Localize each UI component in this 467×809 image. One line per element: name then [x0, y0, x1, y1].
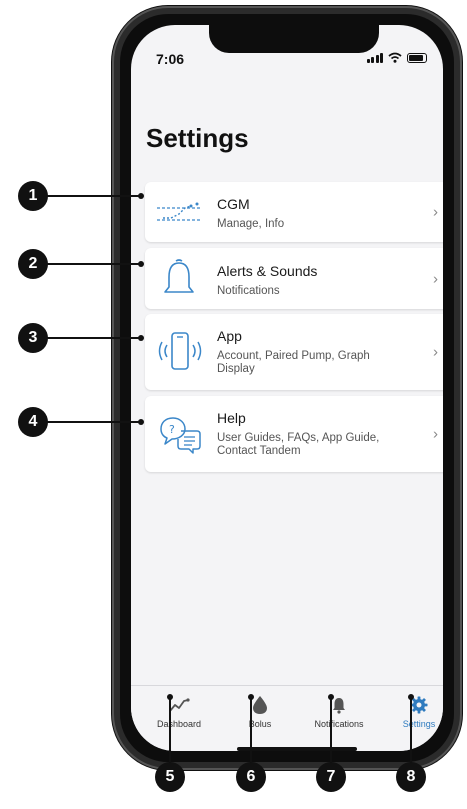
chevron-right-icon: › — [433, 203, 438, 221]
callout-leader-dot-7 — [328, 694, 334, 700]
status-icons — [366, 52, 427, 63]
chevron-right-icon: › — [433, 425, 438, 443]
help-subtitle: User Guides, FAQs, App Guide, Contact Ta… — [217, 432, 380, 457]
tab-dashboard-label: Dashboard — [156, 719, 202, 729]
callout-leader-dot-1 — [138, 193, 144, 199]
phone-bezel: 7:06 Settings CGM Manage, Info › Alerts … — [120, 14, 454, 762]
cgm-graph-icon — [157, 202, 201, 221]
callout-leader-dot-2 — [138, 261, 144, 267]
callout-leader-dot-8 — [408, 694, 414, 700]
tab-notifications-label: Notifications — [314, 719, 364, 729]
phone-frame: 7:06 Settings CGM Manage, Info › Alerts … — [112, 6, 462, 770]
callout-6: 6 — [236, 762, 266, 792]
app-title: App — [217, 328, 242, 344]
app-subtitle: Account, Paired Pump, Graph Display — [217, 350, 370, 375]
cgm-subtitle: Manage, Info — [217, 218, 285, 230]
tab-bolus[interactable]: Bolus — [220, 694, 300, 729]
wifi-icon — [388, 52, 402, 63]
cgm-title: CGM — [217, 196, 250, 212]
settings-item-app[interactable]: App Account, Paired Pump, Graph Display … — [145, 314, 443, 390]
signal-icon — [366, 53, 383, 63]
alerts-sounds-subtitle: Notifications — [217, 285, 280, 297]
callout-5: 5 — [155, 762, 185, 792]
callout-8: 8 — [396, 762, 426, 792]
callout-1: 1 — [18, 181, 48, 211]
chevron-right-icon: › — [433, 270, 438, 287]
callout-leader-dot-4 — [138, 419, 144, 425]
drop-icon — [253, 696, 267, 714]
tab-bar: Dashboard Bolus Notifications Settings — [131, 685, 443, 751]
callout-leader-4 — [40, 421, 142, 423]
tab-notifications[interactable]: Notifications — [299, 694, 379, 729]
settings-item-cgm[interactable]: CGM Manage, Info › — [145, 182, 443, 242]
home-indicator — [237, 747, 357, 751]
callout-leader-7 — [330, 696, 332, 764]
callout-2: 2 — [18, 249, 48, 279]
tab-dashboard[interactable]: Dashboard — [139, 694, 219, 729]
settings-item-alerts-sounds[interactable]: Alerts & Sounds Notifications › — [145, 248, 443, 309]
callout-3: 3 — [18, 323, 48, 353]
tab-bolus-label: Bolus — [248, 719, 272, 729]
phone-screen: 7:06 Settings CGM Manage, Info › Alerts … — [131, 25, 443, 751]
help-title: Help — [217, 410, 246, 426]
page-title: Settings — [146, 123, 249, 153]
callout-leader-3 — [40, 337, 142, 339]
alerts-sounds-title: Alerts & Sounds — [217, 263, 318, 279]
status-time: 7:06 — [156, 51, 185, 67]
callout-leader-dot-6 — [248, 694, 254, 700]
callout-leader-dot-5 — [167, 694, 173, 700]
phone-vibrate-icon — [158, 332, 202, 370]
callout-leader-5 — [169, 696, 171, 764]
battery-icon — [407, 53, 427, 63]
callout-7: 7 — [316, 762, 346, 792]
svg-text:?: ? — [169, 423, 175, 436]
chevron-right-icon: › — [433, 343, 438, 361]
callout-leader-dot-3 — [138, 335, 144, 341]
bell-icon — [164, 258, 194, 293]
settings-item-help[interactable]: ? Help User Guides, FAQs, App Guide, Con… — [145, 396, 443, 472]
callout-leader-6 — [250, 696, 252, 764]
callout-4: 4 — [18, 407, 48, 437]
help-chat-icon: ? — [160, 417, 201, 454]
callout-leader-8 — [410, 696, 412, 764]
callout-leader-1 — [40, 195, 142, 197]
callout-leader-2 — [40, 263, 142, 265]
notch — [209, 25, 379, 53]
